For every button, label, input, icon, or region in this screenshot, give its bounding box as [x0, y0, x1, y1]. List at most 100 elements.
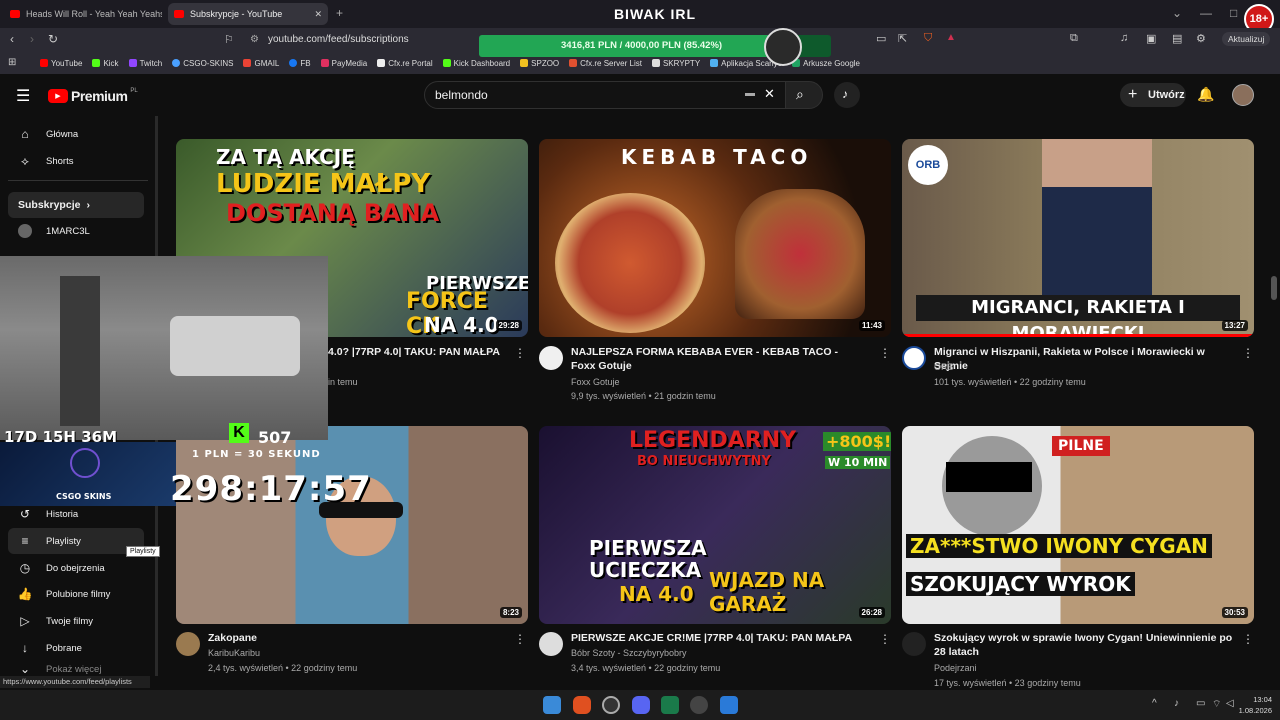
site-info-icon[interactable]: ⚙ — [250, 34, 259, 45]
channel-name[interactable]: ORB — [934, 360, 954, 374]
video-title[interactable]: Migranci w Hiszpanii, Rakieta w Polsce i… — [934, 345, 1234, 373]
close-tab-icon[interactable]: ✕ — [314, 9, 322, 20]
update-button[interactable]: Aktualizuj — [1222, 32, 1271, 46]
maximize-icon[interactable]: □ — [1230, 6, 1237, 20]
display-icon[interactable]: ▭ — [1196, 698, 1205, 709]
mic-tray-icon[interactable]: ♪ — [1174, 698, 1179, 709]
brave-rewards-icon[interactable]: ▲ — [946, 32, 956, 43]
video-thumbnail[interactable]: KEBAB TACO 11:43 — [539, 139, 891, 337]
menu-icon[interactable]: ☰ — [16, 86, 30, 106]
video-title[interactable]: Szokujący wyrok w sprawie Iwony Cygan! U… — [934, 631, 1234, 659]
more-options-icon[interactable]: ⋮ — [1242, 632, 1254, 646]
sidebar-item-shorts[interactable]: ⟡ Shorts — [8, 148, 144, 174]
brave-browser-icon[interactable] — [573, 696, 591, 714]
forward-icon[interactable]: › — [30, 32, 34, 46]
more-options-icon[interactable]: ⋮ — [514, 632, 526, 646]
channel-name[interactable]: KaribuKaribu — [208, 646, 260, 660]
sidebar-item-home[interactable]: ⌂ Główna — [8, 121, 144, 147]
bookmark-sheets[interactable]: Arkusze Google — [792, 59, 860, 68]
vscode-icon[interactable] — [720, 696, 738, 714]
page-scrollbar[interactable] — [1271, 276, 1277, 300]
minimize-icon[interactable]: — — [1200, 6, 1212, 20]
bookmark-fb[interactable]: FB — [289, 59, 311, 68]
video-thumbnail[interactable]: ORB MIGRANCI, RAKIETA I MORAWIECKI 13:27 — [902, 139, 1254, 337]
share-icon[interactable]: ⇱ — [898, 32, 907, 45]
sidebar-item-show-more[interactable]: ⌄ Pokaż więcej — [8, 662, 144, 676]
video-thumbnail[interactable]: LEGENDARNY BO NIEUCHWYTNY +800$! W 10 MI… — [539, 426, 891, 624]
channel-name[interactable]: Foxx Gotuje — [571, 375, 620, 389]
more-options-icon[interactable]: ⋮ — [879, 632, 891, 646]
sidebar-item-playlists[interactable]: ≡ Playlisty — [8, 528, 144, 554]
new-tab-icon[interactable]: + — [336, 6, 343, 20]
tab-list-icon[interactable]: ⌄ — [1172, 6, 1182, 20]
bookmark-csgo-skins[interactable]: CSGO-SKINS — [172, 59, 233, 68]
bookmark-cfx-server-list[interactable]: Cfx.re Server List — [569, 59, 642, 68]
more-options-icon[interactable]: ⋮ — [1242, 346, 1254, 360]
apps-grid-icon[interactable]: ⊞ — [8, 57, 16, 68]
bookmark-kick-dashboard[interactable]: Kick Dashboard — [442, 59, 510, 68]
clock[interactable]: 13:04 1.08.2026 — [1228, 694, 1272, 716]
taco-image — [735, 189, 865, 319]
subathon-timer: 298:17:57 — [170, 469, 372, 509]
sidebar-item-downloads[interactable]: ↓ Pobrane — [8, 635, 144, 661]
discord-icon[interactable] — [632, 696, 650, 714]
sidebar-channel-1marc3l[interactable]: 1MARC3L — [8, 218, 144, 244]
wallet-icon[interactable]: ▣ — [1146, 32, 1156, 45]
tab-subscriptions[interactable]: Subskrypcje - YouTube ✕ — [168, 3, 328, 25]
bookmark-twitch[interactable]: Twitch — [128, 59, 162, 68]
network-icon[interactable]: ⌔ — [1212, 698, 1221, 711]
avatar[interactable] — [1232, 84, 1254, 106]
clear-search-icon[interactable]: ✕ — [764, 86, 775, 102]
notifications-icon[interactable]: 🔔 — [1197, 86, 1214, 103]
search-button[interactable]: ⌕ — [785, 81, 823, 109]
channel-avatar[interactable] — [902, 632, 926, 656]
video-title[interactable]: PIERWSZE AKCJE CR!ME |77RP 4.0| TAKU: PA… — [571, 631, 871, 645]
sidebar-item-liked[interactable]: 👍 Polubione filmy — [8, 581, 144, 607]
search-input[interactable]: belmondo — [424, 81, 786, 109]
bookmark-icon[interactable]: ⚐ — [224, 33, 234, 46]
media-icon[interactable]: ♫ — [1120, 32, 1128, 44]
tray-chevron-icon[interactable]: ^ — [1152, 698, 1157, 709]
bookmark-paymedia[interactable]: PayMedia — [320, 59, 367, 68]
more-options-icon[interactable]: ⋮ — [879, 346, 891, 360]
channel-name[interactable]: Podejrzani — [934, 661, 977, 675]
bookmark-skrypty[interactable]: SKRYPTY — [651, 59, 700, 68]
back-icon[interactable]: ‹ — [10, 32, 14, 46]
sidebar-item-watch-later[interactable]: ◷ Do obejrzenia — [8, 555, 144, 581]
channel-avatar[interactable] — [176, 632, 200, 656]
create-button[interactable]: + Utwórz — [1120, 83, 1186, 107]
windows-start-icon[interactable] — [543, 696, 561, 714]
keyboard-icon[interactable]: ▬ — [745, 88, 755, 99]
cfx-icon — [569, 59, 578, 67]
sponsor-banner: CSGO SKINS — [0, 442, 176, 506]
bookmark-kick[interactable]: Kick — [92, 59, 119, 68]
sidebar-item-your-videos[interactable]: ▷ Twoje filmy — [8, 608, 144, 634]
channel-avatar[interactable] — [902, 346, 926, 370]
channel-avatar[interactable] — [539, 346, 563, 370]
bookmark-spzoo[interactable]: SPZOO — [520, 59, 559, 68]
video-title[interactable]: NAJLEPSZA FORMA KEBABA EVER - KEBAB TACO… — [571, 345, 861, 373]
video-title[interactable]: Zakopane — [208, 631, 498, 645]
sidebar-toggle-icon[interactable]: ▤ — [1172, 32, 1182, 45]
video-thumbnail[interactable]: PILNE ZA***STWO IWONY CYGAN SZOKUJĄCY WY… — [902, 426, 1254, 624]
bookmark-youtube[interactable]: YouTube — [40, 59, 82, 68]
video-title[interactable]: 4.0? |77RP 4.0| TAKU: PAN MAŁPA — [328, 345, 508, 359]
brave-shield-icon[interactable]: ⛉ — [924, 32, 932, 45]
bookmark-cfx-portal[interactable]: Cfx.re Portal — [377, 59, 433, 68]
tab-heads-will-roll[interactable]: Heads Will Roll - Yeah Yeah Yeahs (Ly — [4, 3, 162, 25]
reload-icon[interactable]: ↻ — [48, 32, 58, 46]
bookmark-gmail[interactable]: GMAIL — [243, 59, 279, 68]
sidebar-subscriptions-header[interactable]: Subskrypcje › — [8, 192, 144, 218]
obs-icon[interactable] — [602, 696, 620, 714]
puzzle-icon[interactable]: ⧉ — [1070, 32, 1078, 45]
video-duration: 29:28 — [495, 320, 522, 331]
more-options-icon[interactable]: ⋮ — [514, 346, 526, 360]
extensions-icon[interactable]: ⚙ — [1196, 32, 1206, 45]
cast-icon[interactable]: ▭ — [876, 32, 886, 45]
excel-icon[interactable] — [661, 696, 679, 714]
app-icon[interactable] — [690, 696, 708, 714]
youtube-logo[interactable]: ▶ Premium PL — [48, 88, 138, 104]
channel-avatar[interactable] — [539, 632, 563, 656]
voice-search-button[interactable]: ♪ — [834, 82, 860, 108]
channel-name[interactable]: Bóbr Szoty - Szczybyrybobry — [571, 646, 687, 660]
